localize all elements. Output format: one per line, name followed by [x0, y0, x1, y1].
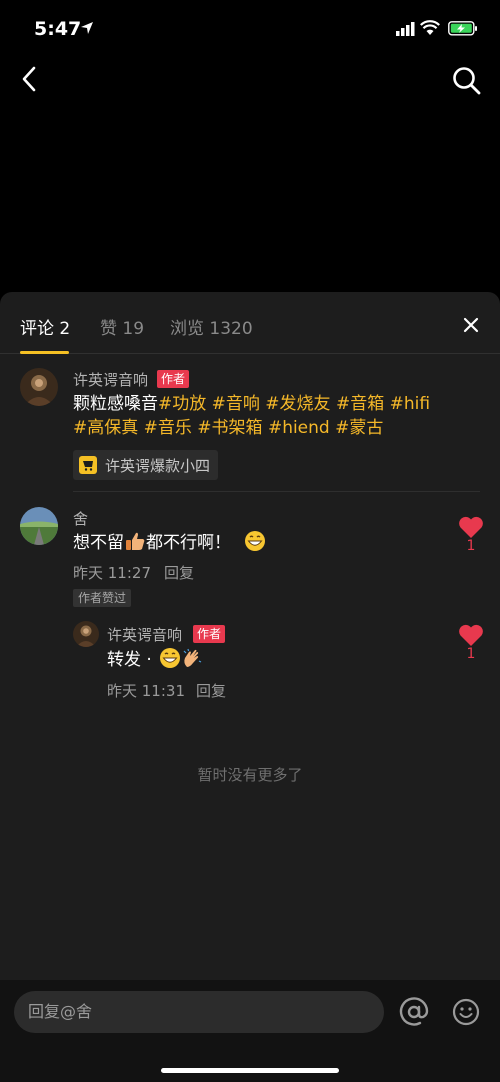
reply-username[interactable]: 许英谔音响	[107, 624, 182, 645]
reply-input[interactable]: 回复@舍	[14, 991, 384, 1033]
grinning-emoji-icon	[245, 531, 266, 551]
heart-icon[interactable]	[458, 515, 484, 539]
search-icon[interactable]	[450, 64, 482, 96]
reply-like-count: 1	[466, 646, 476, 662]
battery-charging-icon	[448, 21, 477, 36]
tab-views[interactable]: 浏览 1320	[170, 314, 253, 339]
post-text: 颗粒感嗓音#功放 #音响 #发烧友 #音箱 #hifi #高保真 #音乐 #书架…	[73, 392, 483, 440]
grinning-emoji-icon	[160, 648, 181, 668]
post-username[interactable]: 许英谔音响	[73, 369, 148, 390]
comment-sheet: 评论 2 赞 19 浏览 1320 许英谔音响 作者 颗粒感嗓音#功放 #音响 …	[0, 292, 500, 1082]
location-icon	[81, 22, 93, 34]
reply-author-avatar[interactable]	[73, 621, 99, 647]
author-avatar[interactable]	[20, 368, 58, 406]
comment-text-part1: 想不留	[73, 533, 124, 553]
post-hashtags-line1[interactable]: #功放 #音响 #发烧友 #音箱 #hifi	[158, 394, 430, 414]
product-link[interactable]: 许英谔爆款小四	[73, 450, 219, 480]
comment-reply-button[interactable]: 回复	[164, 562, 194, 583]
reply-text-part: 转发 ·	[107, 650, 152, 670]
post-hashtags-line2[interactable]: #高保真 #音乐 #书架箱 #hiend #蒙古	[73, 418, 383, 438]
clapping-hands-emoji-icon	[183, 648, 202, 667]
reply-bar: 回复@舍	[0, 980, 500, 1082]
tab-comments[interactable]: 评论 2	[20, 314, 70, 339]
comment-text-part2: 都不行啊！	[146, 533, 231, 553]
reply-reply-button[interactable]: 回复	[196, 680, 226, 701]
reply-text: 转发 ·	[107, 647, 203, 672]
comment-text: 想不留 都不行啊！	[73, 530, 266, 555]
reply-author-tag: 作者	[193, 625, 226, 643]
comment-username[interactable]: 舍	[73, 508, 88, 529]
commenter-avatar[interactable]	[20, 507, 58, 545]
heart-icon[interactable]	[458, 623, 484, 647]
shopping-cart-icon	[79, 456, 97, 474]
author-tag: 作者	[157, 370, 190, 388]
author-liked-badge: 作者赞过	[73, 589, 132, 607]
cellular-signal-icon	[396, 22, 415, 36]
tab-likes[interactable]: 赞 19	[100, 314, 144, 339]
comment-like-count: 1	[466, 538, 476, 554]
divider	[73, 491, 480, 492]
wifi-icon	[420, 20, 440, 35]
back-icon[interactable]	[16, 64, 44, 94]
tab-bar: 评论 2 赞 19 浏览 1320	[0, 292, 500, 354]
close-icon[interactable]	[460, 314, 482, 336]
status-time: 5:47	[34, 18, 82, 40]
post-text-plain: 颗粒感嗓音	[73, 394, 158, 414]
thumbs-up-emoji-icon	[126, 532, 145, 550]
status-bar: 5:47	[0, 0, 500, 60]
home-indicator	[161, 1068, 339, 1073]
reply-time: 昨天 11:31	[107, 682, 185, 700]
comment-time: 昨天 11:27	[73, 564, 151, 582]
emoji-picker-icon[interactable]	[452, 998, 480, 1026]
product-label: 许英谔爆款小四	[105, 456, 211, 475]
no-more-text: 暂时没有更多了	[197, 766, 303, 784]
mention-icon[interactable]	[398, 996, 430, 1028]
tab-underline	[20, 351, 69, 354]
